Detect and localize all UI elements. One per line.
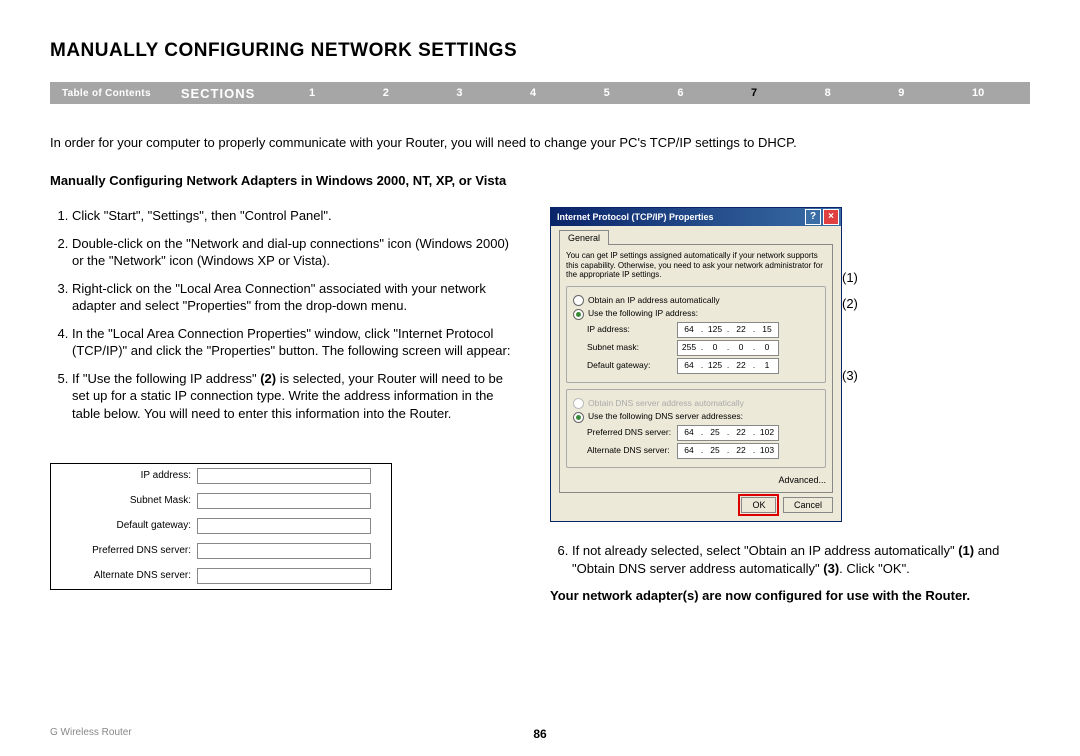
- section-navbar: Table of Contents SECTIONS 1 2 3 4 5 6 7…: [50, 82, 1030, 104]
- section-1[interactable]: 1: [309, 87, 315, 99]
- section-2[interactable]: 2: [383, 87, 389, 99]
- alternate-dns-label: Alternate DNS server:: [51, 569, 197, 583]
- default-gateway-field[interactable]: [197, 518, 371, 534]
- product-name: G Wireless Router: [50, 727, 132, 738]
- preferred-dns-label: Preferred DNS server:: [51, 544, 197, 558]
- default-gateway-input[interactable]: 64.125.22.1: [677, 358, 779, 374]
- general-tab[interactable]: General: [559, 230, 609, 245]
- section-3[interactable]: 3: [456, 87, 462, 99]
- default-gateway-label: Default gateway:: [51, 519, 197, 533]
- section-9[interactable]: 9: [898, 87, 904, 99]
- use-following-ip-radio[interactable]: [573, 309, 584, 320]
- section-numbers: 1 2 3 4 5 6 7 8 9 10: [275, 87, 1018, 99]
- alternate-dns-input[interactable]: 64.25.22.103: [677, 443, 779, 459]
- step-5: If "Use the following IP address" (2) is…: [72, 370, 520, 423]
- step-2: Double-click on the "Network and dial-up…: [72, 235, 520, 270]
- preferred-dns-input[interactable]: 64.25.22.102: [677, 425, 779, 441]
- step-1: Click "Start", "Settings", then "Control…: [72, 207, 520, 225]
- ip-address-input[interactable]: 64.125.22.15: [677, 322, 779, 338]
- dialog-title: Internet Protocol (TCP/IP) Properties: [557, 211, 714, 223]
- config-complete-note: Your network adapter(s) are now configur…: [550, 587, 1030, 605]
- page-number: 86: [533, 727, 546, 741]
- callout-3: (3): [842, 367, 858, 385]
- ip-entry-table: IP address: Subnet Mask: Default gateway…: [50, 463, 392, 590]
- callout-1: (1): [842, 269, 858, 287]
- ip-address-label: IP address:: [51, 469, 197, 483]
- page-footer: G Wireless Router 86: [50, 727, 1030, 738]
- obtain-dns-auto-radio[interactable]: [573, 398, 584, 409]
- intro-text: In order for your computer to properly c…: [50, 134, 1030, 152]
- steps-list-continued: If not already selected, select "Obtain …: [550, 542, 1030, 577]
- sections-label: SECTIONS: [181, 86, 255, 101]
- section-6[interactable]: 6: [677, 87, 683, 99]
- advanced-button[interactable]: Advanced...: [778, 475, 826, 485]
- use-following-dns-radio[interactable]: [573, 412, 584, 423]
- subnet-mask-field[interactable]: [197, 493, 371, 509]
- step-6: If not already selected, select "Obtain …: [572, 542, 1030, 577]
- dialog-titlebar: Internet Protocol (TCP/IP) Properties ? …: [551, 208, 841, 226]
- section-8[interactable]: 8: [825, 87, 831, 99]
- alternate-dns-field[interactable]: [197, 568, 371, 584]
- cancel-button[interactable]: Cancel: [783, 497, 833, 513]
- steps-list: Click "Start", "Settings", then "Control…: [50, 207, 520, 422]
- section-5[interactable]: 5: [604, 87, 610, 99]
- ok-button[interactable]: OK: [741, 497, 776, 513]
- subnet-mask-label: Subnet Mask:: [51, 494, 197, 508]
- toc-link[interactable]: Table of Contents: [62, 88, 151, 99]
- section-7[interactable]: 7: [751, 87, 757, 99]
- obtain-ip-auto-radio[interactable]: [573, 295, 584, 306]
- callout-2: (2): [842, 295, 858, 313]
- dialog-description: You can get IP settings assigned automat…: [566, 251, 826, 280]
- section-4[interactable]: 4: [530, 87, 536, 99]
- subheader: Manually Configuring Network Adapters in…: [50, 172, 1030, 190]
- step-4: In the "Local Area Connection Properties…: [72, 325, 520, 360]
- page-title: MANUALLY CONFIGURING NETWORK SETTINGS: [50, 40, 1030, 62]
- step-3: Right-click on the "Local Area Connectio…: [72, 280, 520, 315]
- help-icon[interactable]: ?: [805, 209, 821, 225]
- close-icon[interactable]: ×: [823, 209, 839, 225]
- section-10[interactable]: 10: [972, 87, 984, 99]
- preferred-dns-field[interactable]: [197, 543, 371, 559]
- ip-address-field[interactable]: [197, 468, 371, 484]
- subnet-mask-input[interactable]: 255.0.0.0: [677, 340, 779, 356]
- tcpip-properties-dialog: Internet Protocol (TCP/IP) Properties ? …: [550, 207, 842, 522]
